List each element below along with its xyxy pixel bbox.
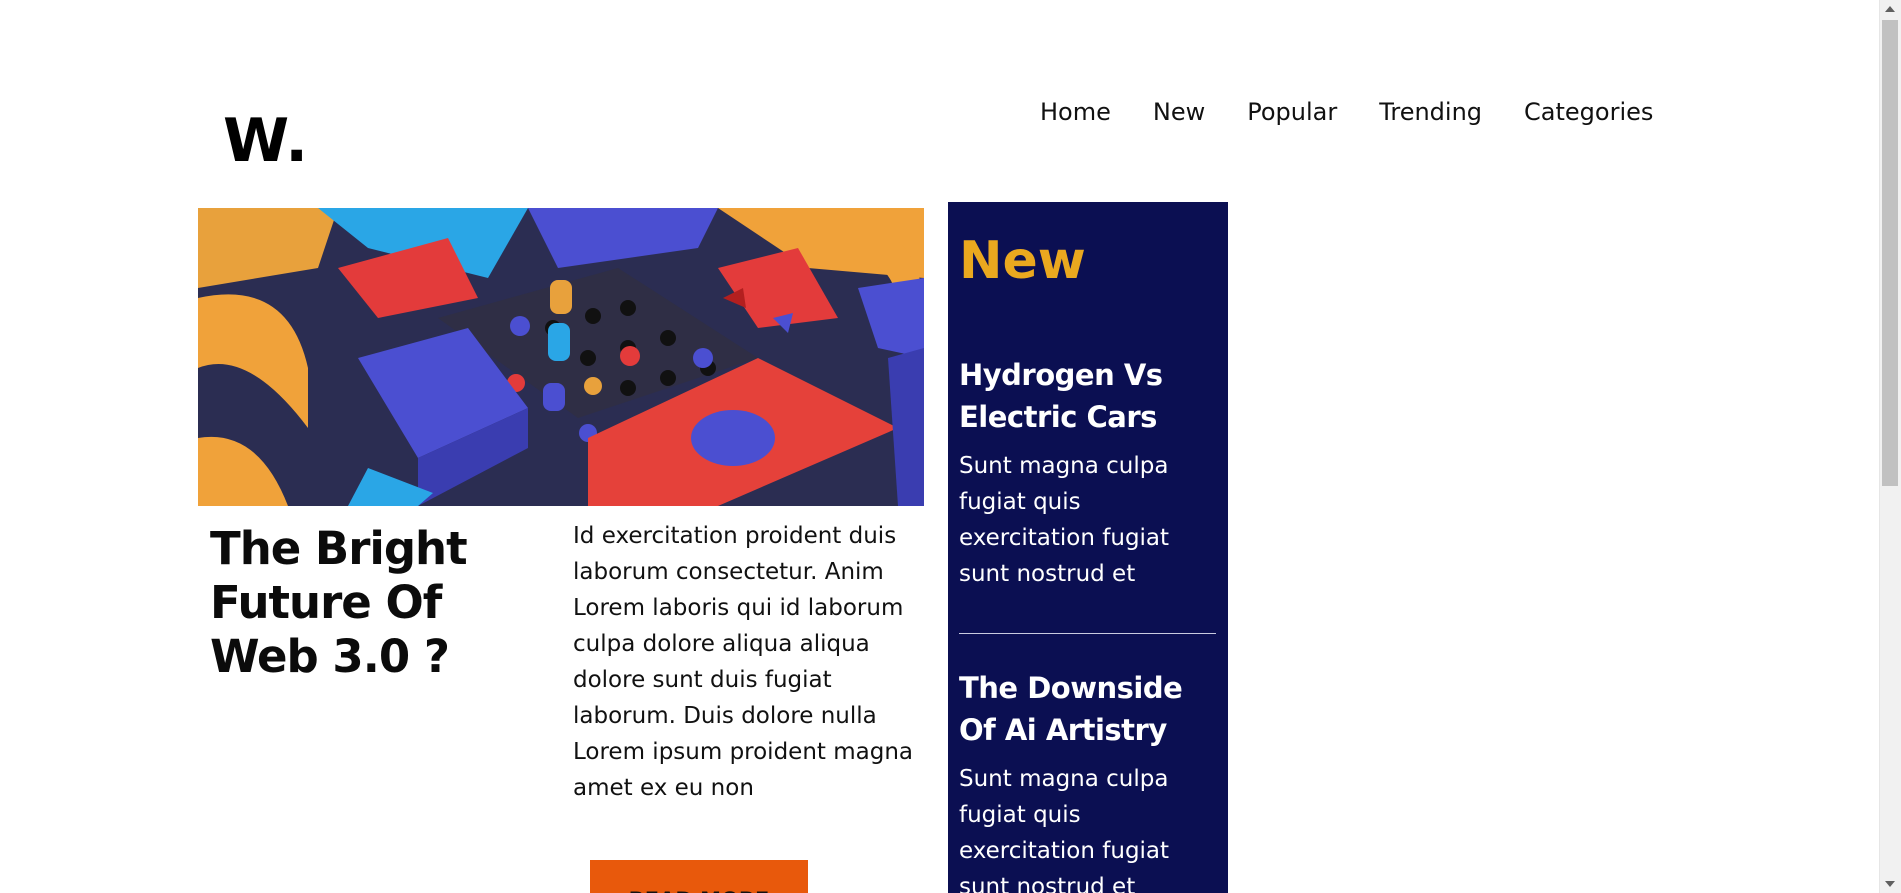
new-articles-sidebar: New Hydrogen Vs Electric Cars Sunt magna… [948, 202, 1228, 893]
sidebar-article-title[interactable]: Hydrogen Vs Electric Cars [959, 354, 1223, 438]
sidebar-article-title[interactable]: The Downside Of Ai Artistry [959, 667, 1223, 751]
site-logo[interactable]: W. [223, 100, 309, 182]
scroll-up-arrow-icon[interactable] [1885, 6, 1895, 12]
sidebar-title: New [959, 231, 1086, 291]
sidebar-divider [959, 633, 1216, 634]
nav-popular[interactable]: Popular [1247, 92, 1337, 132]
nav-new[interactable]: New [1153, 92, 1205, 132]
vertical-scrollbar[interactable] [1879, 0, 1901, 893]
featured-title: The Bright Future Of Web 3.0 ? [210, 522, 468, 683]
scroll-thumb[interactable] [1882, 20, 1898, 486]
nav-categories[interactable]: Categories [1524, 92, 1653, 132]
nav-home[interactable]: Home [1040, 92, 1111, 132]
read-more-button[interactable]: READ MORE [590, 860, 808, 893]
main-nav: Home New Popular Trending Categories [1040, 92, 1653, 132]
featured-image [198, 208, 924, 506]
scroll-down-arrow-icon[interactable] [1885, 881, 1895, 887]
sidebar-article-text: Sunt magna culpa fugiat quis exercitatio… [959, 766, 1170, 893]
sidebar-article[interactable]: The Downside Of Ai Artistry Sunt magna c… [959, 667, 1223, 893]
abstract-3d-blocks-image [198, 208, 924, 506]
featured-excerpt: Id exercitation proident duis laborum co… [573, 523, 914, 801]
sidebar-article[interactable]: Hydrogen Vs Electric Cars Sunt magna cul… [959, 354, 1223, 592]
nav-trending[interactable]: Trending [1379, 92, 1482, 132]
sidebar-article-text: Sunt magna culpa fugiat quis exercitatio… [959, 453, 1170, 587]
